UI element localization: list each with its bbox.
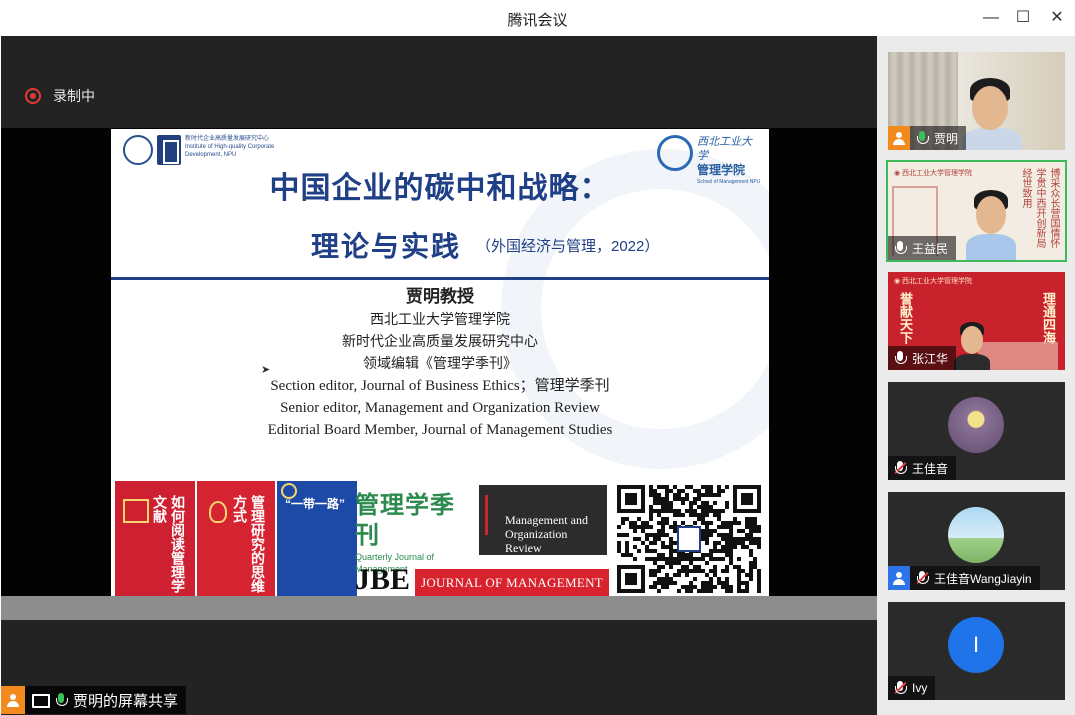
book-cover: 管理研究的思维方式 [197,481,275,596]
host-icon [888,566,910,590]
participant-avatar: I [948,617,1004,673]
microphone-icon [890,346,910,370]
book-cover: 如何阅读管理学文献 [115,481,195,596]
role-line: Editorial Board Member, Journal of Manag… [267,422,613,438]
jms-banner: JOURNAL OF MANAGEMENT STUDIES [415,569,609,596]
participant-name: 王佳音 [912,461,949,476]
recording-indicator[interactable]: 录制中 [25,86,95,106]
screen-share-name: 贾明的屏幕共享 [73,692,179,710]
microphone-muted-icon [890,456,910,480]
minimize-button[interactable]: — [976,6,1006,30]
participant-list: 贾明 ◉ 西北工业大学管理学院 博采众长营国情怀 学贯中西开创新局 经世致用 王… [877,36,1075,715]
recording-label: 录制中 [53,88,95,104]
qjm-title: 管理学季刊 [355,492,455,549]
participant-name-tag: 贾明 [888,126,967,150]
slide-title: 中国企业的碳中和战略： [269,172,611,205]
role-line: Senior editor, Management and Organizati… [280,400,600,416]
book-title: 如何阅读管理学文献 [152,495,186,593]
professor-name: 贾明教授 [406,287,474,307]
participant-name: 王益民 [912,241,949,256]
share-bottom-bar [1,596,877,620]
host-icon [888,126,910,150]
slide-divider [111,277,769,280]
participant-avatar [948,507,1004,563]
presentation-slide: 新时代企业高质量发展研究中心 Institute of High-quality… [111,129,769,596]
maximize-button[interactable]: ☐ [1008,6,1038,30]
university-seal-icon [123,135,153,165]
participant-name: 王佳音WangJiayin [934,571,1032,586]
participant-tile[interactable]: ◉ 西北工业大学管理学院 博采众长营国情怀 学贯中西开创新局 经世致用 王益民 [886,160,1067,262]
screen-share-icon [31,686,50,714]
quarterly-journal-logo: 管理学季刊 Quarterly Journal of Management [355,491,473,574]
institute-logo: 新时代企业高质量发展研究中心 Institute of High-quality… [123,135,275,165]
affiliation-line: 领域编辑《管理学季刊》 [363,356,517,372]
mor-tag [485,495,501,535]
book-title: “一带一路” [285,497,346,511]
slide-subtitle: 理论与实践 [311,231,462,262]
participant-name-tag: 张江华 [888,346,957,370]
slide-subtitle-note: （外国经济与管理，2022） [476,238,660,255]
participant-tile[interactable]: ◉ 西北工业大学管理学院 誉献天下 理通四海 张江华 [888,272,1065,370]
participant-avatar [948,397,1004,453]
participant-tile[interactable]: 贾明 [888,52,1065,150]
close-button[interactable]: ✕ [1042,6,1072,30]
book-icon [123,499,149,523]
app-title: 腾讯会议 [507,12,568,29]
participant-tile[interactable]: 王佳音 [888,382,1065,480]
participant-name-tag: 王益民 [888,236,957,260]
participant-name-tag: Ivy [888,676,936,700]
mor-journal-cover: Management and Organization Review [479,485,607,555]
microphone-icon [51,688,71,712]
host-icon [1,686,25,714]
qr-center-logo-icon [677,526,701,552]
participant-tile[interactable]: I Ivy [888,602,1065,700]
meeting-stage: 录制中 新时代企业高质量发展研究中心 Institute of High-qua… [1,36,877,715]
microphone-muted-icon [912,566,932,590]
microphone-icon [912,126,932,150]
book-title: 管理研究的思维方式 [232,495,266,593]
slide-header: 新时代企业高质量发展研究中心 Institute of High-quality… [111,129,769,469]
school-university: 西北工业大学 [697,135,752,162]
mor-title: Management and Organization Review [505,513,588,555]
institute-emblem-icon [157,135,181,165]
participant-name: 张江华 [912,351,949,366]
lightbulb-icon [209,501,227,523]
qr-code [617,485,761,593]
mouse-cursor-icon: ➤ [261,364,271,376]
professor-info: 贾明教授 西北工业大学管理学院 新时代企业高质量发展研究中心 领域编辑《管理学季… [111,285,769,441]
title-bar: 腾讯会议 — ☐ ✕ [0,0,1075,36]
participant-tile[interactable]: 王佳音WangJiayin [888,492,1065,590]
microphone-icon [890,236,910,260]
participant-name: Ivy [912,681,928,695]
microphone-muted-icon [890,676,910,700]
institute-name: 新时代企业高质量发展研究中心 Institute of High-quality… [185,136,275,158]
book-cover: “一带一路” [277,481,357,596]
participant-name: 贾明 [934,131,959,146]
affiliation-line: 西北工业大学管理学院 [370,312,510,328]
participant-name-tag: 王佳音WangJiayin [888,566,1040,590]
affiliation-line: 新时代企业高质量发展研究中心 [342,334,538,350]
role-line: Section editor, Journal of Business Ethi… [270,378,610,394]
screen-share-label[interactable]: 贾明的屏幕共享 [1,686,187,714]
record-icon [25,88,41,104]
jbe-logo: JBE [355,563,411,596]
participant-name-tag: 王佳音 [888,456,957,480]
